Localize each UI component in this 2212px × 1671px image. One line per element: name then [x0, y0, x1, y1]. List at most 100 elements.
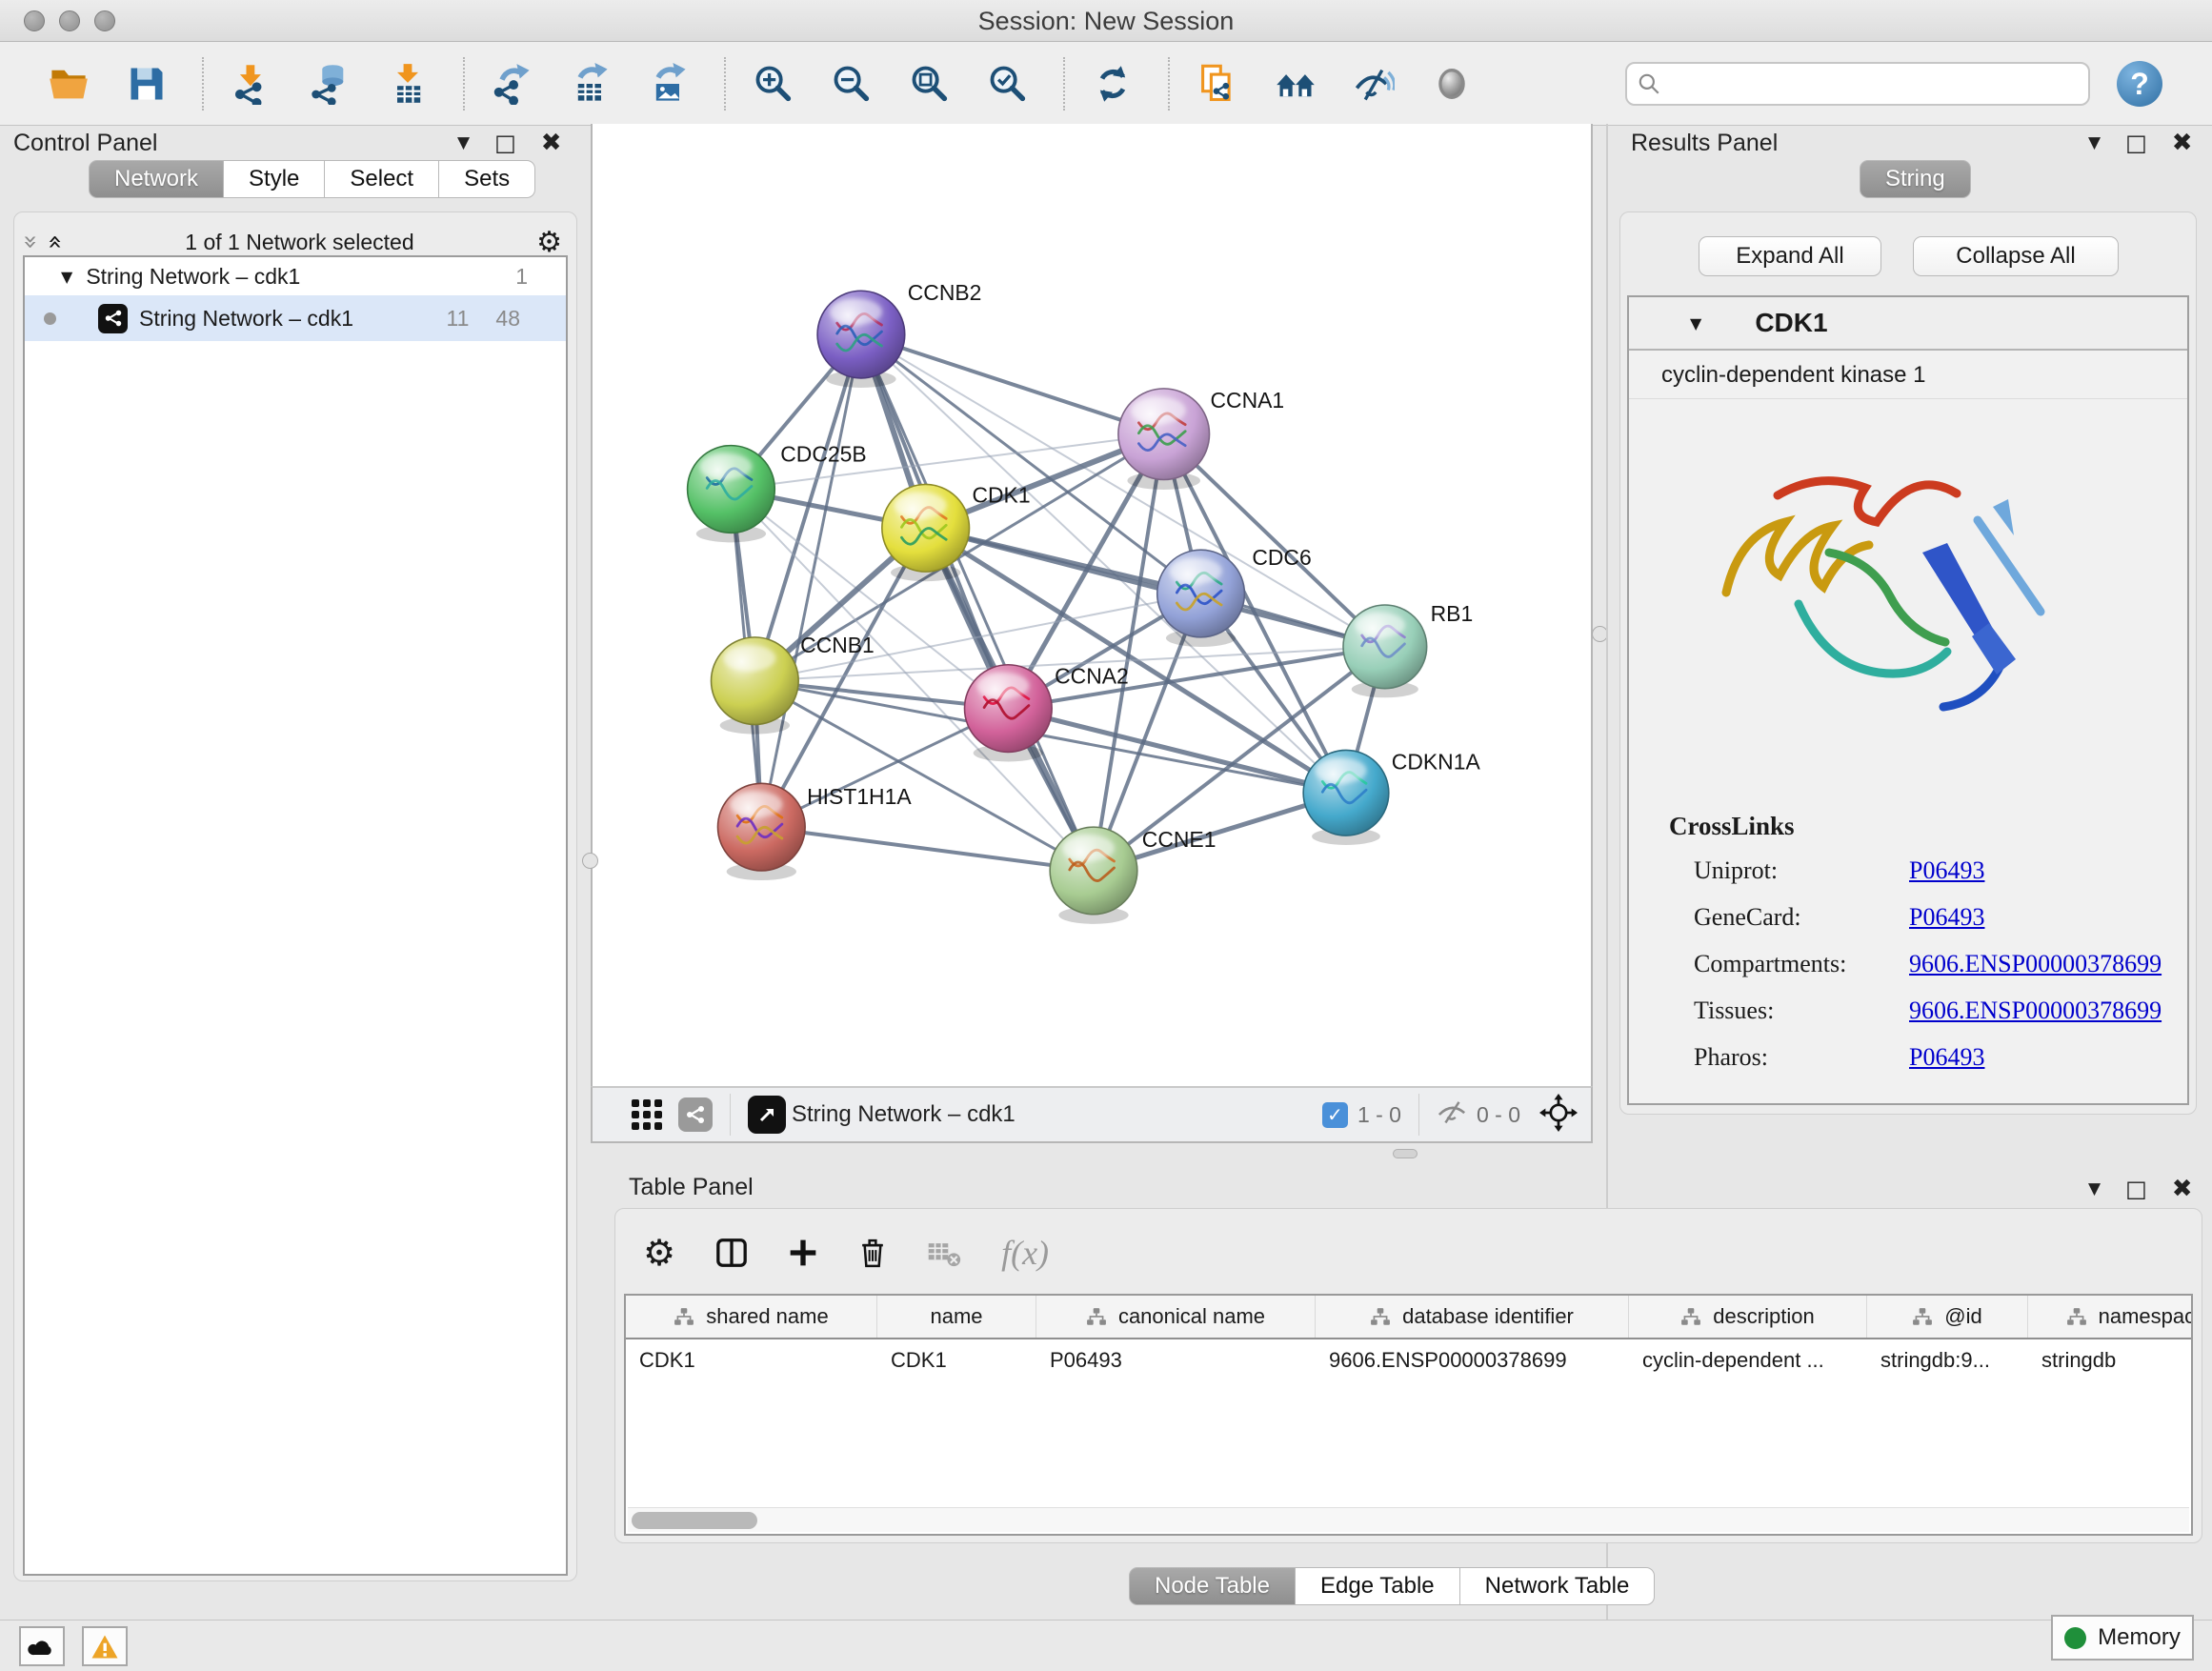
- tab-network[interactable]: Network: [89, 160, 224, 198]
- left-splitter-handle[interactable]: [582, 853, 598, 869]
- close-panel-icon[interactable]: ✖: [2172, 1175, 2193, 1203]
- scrollbar-thumb[interactable]: [632, 1512, 757, 1529]
- status-bar: Memory: [0, 1620, 2212, 1671]
- network-collection-row[interactable]: ▼ String Network – cdk1 1: [25, 257, 566, 295]
- float-panel-icon[interactable]: ▼: [2088, 1179, 2101, 1198]
- network-canvas[interactable]: CCNB2CCNA1CDC25BCDK1CDC6RB1CCNB1CCNA2CDK…: [591, 124, 1593, 1086]
- column-header-canonical-name[interactable]: canonical name: [1036, 1296, 1316, 1338]
- title-bar: Session: New Session: [0, 0, 2212, 42]
- export-network-button[interactable]: [486, 55, 539, 112]
- zoom-out-button[interactable]: [825, 55, 878, 112]
- tab-style[interactable]: Style: [224, 160, 325, 198]
- warnings-button[interactable]: [82, 1626, 128, 1666]
- network-node-CDK1[interactable]: CDK1: [882, 482, 1031, 581]
- maximize-panel-icon[interactable]: □: [2125, 130, 2147, 156]
- column-header-shared-name[interactable]: shared name: [626, 1296, 877, 1338]
- column-header-name[interactable]: name: [877, 1296, 1036, 1338]
- expand-all-networks-icon[interactable]: «: [41, 234, 70, 250]
- tab-select[interactable]: Select: [325, 160, 439, 198]
- float-panel-icon[interactable]: ▼: [457, 133, 470, 152]
- network-edge-CDK1-RB1[interactable]: [926, 528, 1385, 647]
- open-session-button[interactable]: [42, 55, 95, 112]
- column-header-database-identifier[interactable]: database identifier: [1316, 1296, 1629, 1338]
- help-button[interactable]: ?: [2117, 61, 2162, 107]
- clone-network-button[interactable]: [1191, 55, 1244, 112]
- crosslink-pharos-link[interactable]: P06493: [1909, 1043, 1984, 1072]
- zoom-in-button[interactable]: [747, 55, 800, 112]
- cell-namespace[interactable]: stringdb: [2028, 1339, 2193, 1381]
- show-columns-icon[interactable]: [715, 1237, 748, 1269]
- network-node-CDKN1A[interactable]: CDKN1A: [1303, 749, 1480, 845]
- cell-id[interactable]: stringdb:9...: [1867, 1339, 2028, 1381]
- network-options-gear-icon[interactable]: ⚙: [536, 226, 562, 259]
- crosslink-uniprot-link[interactable]: P06493: [1909, 856, 1984, 885]
- node-label-HIST1H1A: HIST1H1A: [807, 784, 912, 809]
- birds-eye-view-icon[interactable]: [748, 1096, 786, 1134]
- shared-column-icon: [1680, 1307, 1701, 1326]
- memory-button[interactable]: Memory: [2051, 1615, 2194, 1661]
- cell-description[interactable]: cyclin-dependent ...: [1629, 1339, 1867, 1381]
- maximize-panel-icon[interactable]: □: [2125, 1176, 2147, 1202]
- horizontal-splitter-handle[interactable]: [1393, 1149, 1418, 1158]
- maximize-panel-icon[interactable]: □: [494, 130, 516, 156]
- import-database-button[interactable]: [303, 55, 356, 112]
- network-node-CDC25B[interactable]: CDC25B: [688, 442, 867, 543]
- network-node-HIST1H1A[interactable]: HIST1H1A: [717, 783, 912, 880]
- tab-sets[interactable]: Sets: [439, 160, 535, 198]
- export-image-button[interactable]: [642, 55, 695, 112]
- gene-header-row[interactable]: ▼ CDK1: [1629, 297, 2187, 351]
- cell-canonical-name[interactable]: P06493: [1036, 1339, 1316, 1381]
- import-network-button[interactable]: [225, 55, 278, 112]
- hidden-eye-icon[interactable]: [1437, 1099, 1467, 1129]
- string-style-icon[interactable]: [678, 1097, 713, 1132]
- network-row-selected[interactable]: String Network – cdk1 11 48: [25, 295, 566, 341]
- crosslink-genecard-link[interactable]: P06493: [1909, 903, 1984, 932]
- fit-selected-crosshair-icon[interactable]: [1539, 1094, 1578, 1137]
- network-node-CCNA1[interactable]: CCNA1: [1118, 388, 1284, 490]
- save-session-button[interactable]: [120, 55, 173, 112]
- create-column-plus-icon[interactable]: [788, 1238, 818, 1268]
- refresh-button[interactable]: [1086, 55, 1139, 112]
- zoom-selected-button[interactable]: [981, 55, 1035, 112]
- table-options-gear-icon[interactable]: ⚙: [643, 1232, 675, 1274]
- collapse-all-button[interactable]: Collapse All: [1913, 236, 2119, 276]
- export-table-button[interactable]: [564, 55, 617, 112]
- home-button[interactable]: [1269, 55, 1322, 112]
- network-graph: CCNB2CCNA1CDC25BCDK1CDC6RB1CCNB1CCNA2CDK…: [593, 124, 1591, 1086]
- search-input[interactable]: [1669, 65, 2088, 103]
- cell-name[interactable]: CDK1: [877, 1339, 1036, 1381]
- close-panel-icon[interactable]: ✖: [541, 129, 562, 157]
- network-edge-CCNB2-CCNA1[interactable]: [861, 334, 1164, 434]
- gene-expander-icon[interactable]: ▼: [1690, 314, 1701, 332]
- close-panel-icon[interactable]: ✖: [2172, 129, 2193, 157]
- network-edge-HIST1H1A-CCNE1[interactable]: [761, 827, 1094, 871]
- network-node-RB1[interactable]: RB1: [1343, 601, 1473, 697]
- tab-node-table[interactable]: Node Table: [1129, 1567, 1296, 1605]
- expand-all-button[interactable]: Expand All: [1699, 236, 1881, 276]
- crosslink-compartments-link[interactable]: 9606.ENSP00000378699: [1909, 950, 2162, 978]
- column-header-namespace[interactable]: namespace: [2028, 1296, 2193, 1338]
- collection-expander-icon[interactable]: ▼: [61, 268, 72, 286]
- cell-database-identifier[interactable]: 9606.ENSP00000378699: [1316, 1339, 1629, 1381]
- network-node-CDC6[interactable]: CDC6: [1157, 545, 1312, 647]
- node-label-RB1: RB1: [1431, 601, 1474, 626]
- tab-edge-table[interactable]: Edge Table: [1296, 1567, 1460, 1605]
- column-header-description[interactable]: description: [1629, 1296, 1867, 1338]
- horizontal-scrollbar[interactable]: [628, 1507, 2189, 1532]
- highlight-button[interactable]: [1425, 55, 1478, 112]
- cell-shared-name[interactable]: CDK1: [626, 1339, 877, 1381]
- table-row[interactable]: CDK1 CDK1 P06493 9606.ENSP00000378699 cy…: [626, 1339, 2193, 1381]
- delete-column-trash-icon[interactable]: [858, 1237, 887, 1268]
- selected-checkbox-icon[interactable]: ✓: [1322, 1102, 1348, 1128]
- tab-network-table[interactable]: Network Table: [1460, 1567, 1656, 1605]
- hide-unhide-button[interactable]: [1347, 55, 1400, 112]
- import-table-button[interactable]: [381, 55, 434, 112]
- column-header-id[interactable]: @id: [1867, 1296, 2028, 1338]
- tab-string[interactable]: String: [1860, 160, 1971, 198]
- shared-column-icon: [2066, 1307, 2087, 1326]
- cloud-status-button[interactable]: [19, 1626, 65, 1666]
- grid-view-icon[interactable]: [631, 1098, 663, 1131]
- float-panel-icon[interactable]: ▼: [2088, 133, 2101, 152]
- crosslink-tissues-link[interactable]: 9606.ENSP00000378699: [1909, 997, 2162, 1025]
- zoom-fit-button[interactable]: [903, 55, 956, 112]
